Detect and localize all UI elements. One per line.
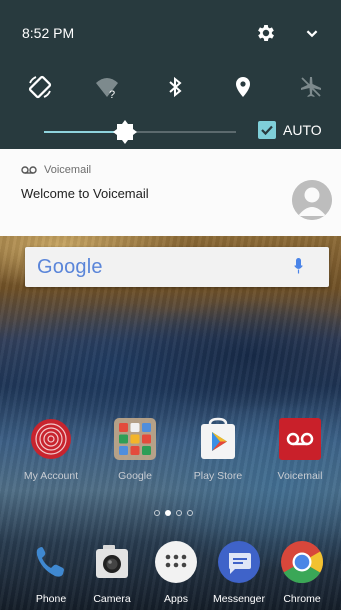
- app-label: Phone: [35, 593, 67, 605]
- messenger-icon: [217, 540, 261, 584]
- dock-camera[interactable]: Camera: [80, 540, 144, 605]
- app-label: My Account: [23, 470, 79, 482]
- location-icon[interactable]: [230, 74, 256, 100]
- dock-apps[interactable]: Apps: [144, 540, 208, 605]
- page-dot[interactable]: [187, 510, 193, 516]
- notification-app-name: Voicemail: [44, 164, 92, 176]
- page-dot-current[interactable]: [165, 510, 171, 516]
- page-dot[interactable]: [176, 510, 182, 516]
- app-label: Messenger: [213, 593, 265, 605]
- avatar: [292, 180, 332, 220]
- page-indicator: [154, 510, 193, 516]
- person-icon: [292, 180, 332, 220]
- app-voicemail[interactable]: Voicemail: [268, 417, 332, 482]
- auto-rotate-icon[interactable]: [27, 74, 53, 100]
- google-search-bar[interactable]: Google: [25, 247, 329, 287]
- notification-title: Welcome to Voicemail: [21, 186, 149, 201]
- play-store-icon: [196, 417, 240, 461]
- dock-messenger[interactable]: Messenger: [207, 540, 271, 605]
- app-label: Voicemail: [277, 470, 323, 482]
- clock: 8:52 PM: [22, 25, 75, 41]
- my-account-icon: [29, 417, 73, 461]
- app-label: Play Store: [193, 470, 243, 482]
- voicemail-app-icon: [278, 417, 322, 461]
- brightness-thumb[interactable]: [112, 120, 137, 144]
- notification-shade: 8:52 PM ? AUTO Voicemail Welcome to Voic…: [0, 0, 341, 236]
- svg-text:?: ?: [109, 89, 115, 100]
- app-label: Chrome: [283, 593, 321, 605]
- dock-phone[interactable]: Phone: [19, 540, 83, 605]
- app-label: Camera: [93, 593, 131, 605]
- bluetooth-icon[interactable]: [162, 74, 188, 100]
- auto-brightness-label: AUTO: [283, 122, 322, 138]
- apps-icon: [154, 540, 198, 584]
- voicemail-icon: [21, 166, 37, 174]
- google-folder-icon: [113, 417, 157, 461]
- app-google-folder[interactable]: Google: [103, 417, 167, 482]
- chevron-down-icon[interactable]: [301, 22, 323, 44]
- voicemail-notification[interactable]: Voicemail Welcome to Voicemail: [0, 149, 341, 236]
- app-label: Apps: [164, 593, 188, 605]
- dock-chrome[interactable]: Chrome: [270, 540, 334, 605]
- airplane-mode-icon[interactable]: [298, 74, 324, 100]
- google-logo: Google: [37, 255, 103, 278]
- home-screen: Google My Account Google Play Store Voic…: [0, 236, 341, 610]
- quick-settings-panel: 8:52 PM ? AUTO: [0, 0, 341, 149]
- check-icon: [261, 125, 273, 136]
- gear-icon[interactable]: [255, 22, 277, 44]
- phone-icon: [29, 540, 73, 584]
- chrome-icon: [280, 540, 324, 584]
- wifi-icon[interactable]: ?: [94, 74, 120, 100]
- app-my-account[interactable]: My Account: [19, 417, 83, 482]
- camera-icon: [90, 540, 134, 584]
- auto-brightness-checkbox[interactable]: [258, 121, 276, 139]
- page-dot[interactable]: [154, 510, 160, 516]
- app-label: Google: [118, 470, 152, 482]
- app-play-store[interactable]: Play Store: [186, 417, 250, 482]
- mic-icon[interactable]: [294, 258, 303, 275]
